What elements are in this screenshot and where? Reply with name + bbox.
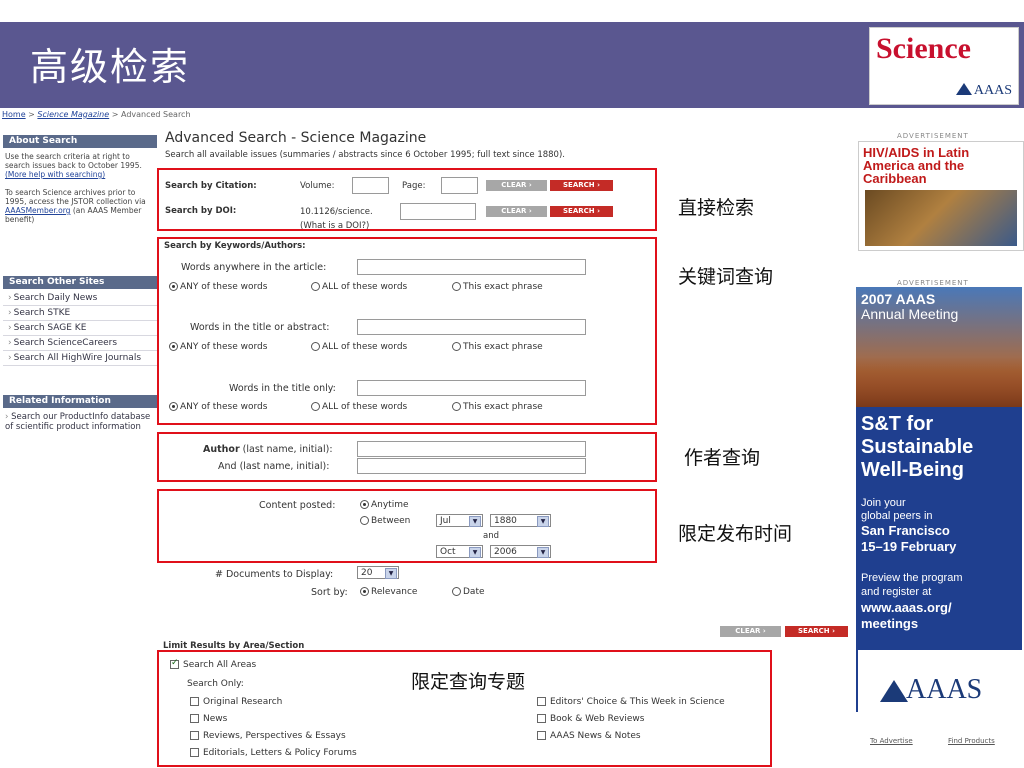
advertisement-label: ADVERTISEMENT	[897, 132, 969, 140]
about-text-1: Use the search criteria at right to sear…	[5, 152, 142, 170]
breadcrumb-home[interactable]: Home	[2, 110, 26, 119]
bottom-search-button[interactable]: SEARCH ›	[785, 626, 848, 637]
radio-label: Date	[463, 587, 485, 597]
advanced-search-title: Advanced Search - Science Magazine	[165, 130, 427, 146]
sidebar-item-label: Search All HighWire Journals	[13, 353, 142, 363]
sidebar-item-label: Search SAGE KE	[13, 323, 87, 333]
radio-icon	[452, 587, 461, 596]
aaas-meeting-ad[interactable]: 2007 AAAS Annual Meeting S&T for Sustain…	[856, 287, 1022, 712]
search-other-sites-heading: Search Other Sites	[3, 276, 157, 289]
ad2-headline-1: S&T for	[861, 413, 934, 435]
sidebar-item-label: Search STKE	[13, 308, 71, 318]
direct-search-highlight	[157, 168, 657, 231]
date-limit-highlight	[157, 489, 657, 563]
annotation-keyword: 关键词查询	[678, 266, 774, 288]
sidebar-item-stke[interactable]: › Search STKE	[3, 307, 158, 321]
annotation-author: 作者查询	[684, 447, 761, 469]
ad2-dates: 15–19 February	[861, 539, 957, 554]
ad2-text-2: global peers in	[861, 510, 933, 522]
page-title: 高级检索	[30, 45, 191, 89]
aaas-logo: AAAS	[955, 83, 1012, 99]
sort-date-radio[interactable]: Date	[452, 587, 485, 597]
ad2-headline-3: Well-Being	[861, 459, 964, 481]
ad2-url-2: meetings	[861, 616, 919, 631]
aaas-member-link[interactable]: AAASMember.org	[5, 206, 70, 215]
logo-text: Science	[876, 32, 971, 65]
sidebar-item-sage-ke[interactable]: › Search SAGE KE	[3, 322, 158, 336]
annotation-topic: 限定查询专题	[411, 671, 526, 693]
advanced-search-subtitle: Search all available issues (summaries /…	[165, 150, 565, 160]
ad2-url-1: www.aaas.org/	[861, 600, 952, 615]
annotation-date: 限定发布时间	[678, 523, 793, 545]
about-search-heading: About Search	[3, 135, 157, 148]
annotation-direct: 直接检索	[678, 197, 755, 219]
science-logo[interactable]: Science AAAS	[869, 27, 1019, 105]
bottom-clear-button[interactable]: CLEAR ›	[720, 626, 781, 637]
aaas-triangle-icon	[955, 83, 972, 95]
to-advertise-link[interactable]: To Advertise	[870, 737, 913, 745]
ad2-text-1: Join your	[861, 497, 906, 509]
radio-label: Relevance	[371, 587, 418, 597]
aaas-logo-text: AAAS	[906, 674, 983, 705]
ad2-meeting: Annual Meeting	[861, 306, 959, 322]
radio-icon	[360, 587, 369, 596]
ad2-headline-2: Sustainable	[861, 436, 974, 458]
related-info-heading: Related Information	[3, 395, 157, 408]
sort-relevance-radio[interactable]: Relevance	[360, 587, 417, 597]
hiv-aids-ad[interactable]: HIV/AIDS in Latin America and the Caribb…	[858, 141, 1024, 251]
sidebar-item-sciencecareers[interactable]: › Search ScienceCareers	[3, 337, 158, 351]
more-help-link[interactable]: (More help with searching)	[5, 170, 105, 179]
sidebar-item-daily-news[interactable]: › Search Daily News	[3, 292, 158, 306]
breadcrumb-current: Advanced Search	[120, 110, 191, 119]
find-products-link[interactable]: Find Products	[948, 737, 995, 745]
select-value: 20	[361, 568, 373, 578]
ad2-year: 2007 AAAS	[861, 291, 936, 307]
documents-label: # Documents to Display:	[215, 569, 334, 580]
breadcrumb-magazine[interactable]: Science Magazine	[37, 110, 109, 119]
documents-select[interactable]: 20 ▼	[357, 566, 399, 579]
aaas-triangle-icon	[880, 680, 908, 702]
logo-sub: AAAS	[973, 83, 1012, 98]
golden-gate-image	[856, 357, 1022, 407]
limit-results-heading: Limit Results by Area/Section	[163, 641, 305, 649]
ad2-text-4: and register at	[861, 586, 932, 598]
keyword-search-highlight	[157, 237, 657, 425]
ad1-title: HIV/AIDS in Latin America and the Caribb…	[863, 145, 970, 186]
about-text-2: To search Science archives prior to 1995…	[5, 188, 146, 206]
breadcrumb-sep: >	[109, 110, 121, 119]
sidebar-item-label: Search ScienceCareers	[13, 338, 118, 348]
author-search-highlight	[157, 432, 657, 482]
ad2-text-3: Preview the program	[861, 572, 963, 584]
productinfo-text: Search our ProductInfo database of scien…	[5, 412, 151, 432]
ad1-photo	[865, 190, 1017, 246]
aaas-logo-ad[interactable]: AAAS	[858, 650, 1022, 712]
productinfo-link[interactable]: › Search our ProductInfo database of sci…	[5, 412, 155, 432]
sidebar-item-highwire[interactable]: › Search All HighWire Journals	[3, 352, 158, 366]
ad2-city: San Francisco	[861, 523, 950, 538]
breadcrumb: Home > Science Magazine > Advanced Searc…	[2, 110, 191, 119]
breadcrumb-sep: >	[25, 110, 38, 119]
advertisement-label: ADVERTISEMENT	[897, 279, 969, 287]
sort-label: Sort by:	[311, 587, 348, 598]
chevron-down-icon: ▼	[385, 568, 397, 579]
sidebar-item-label: Search Daily News	[13, 293, 98, 303]
about-search-text: Use the search criteria at right to sear…	[5, 152, 157, 224]
